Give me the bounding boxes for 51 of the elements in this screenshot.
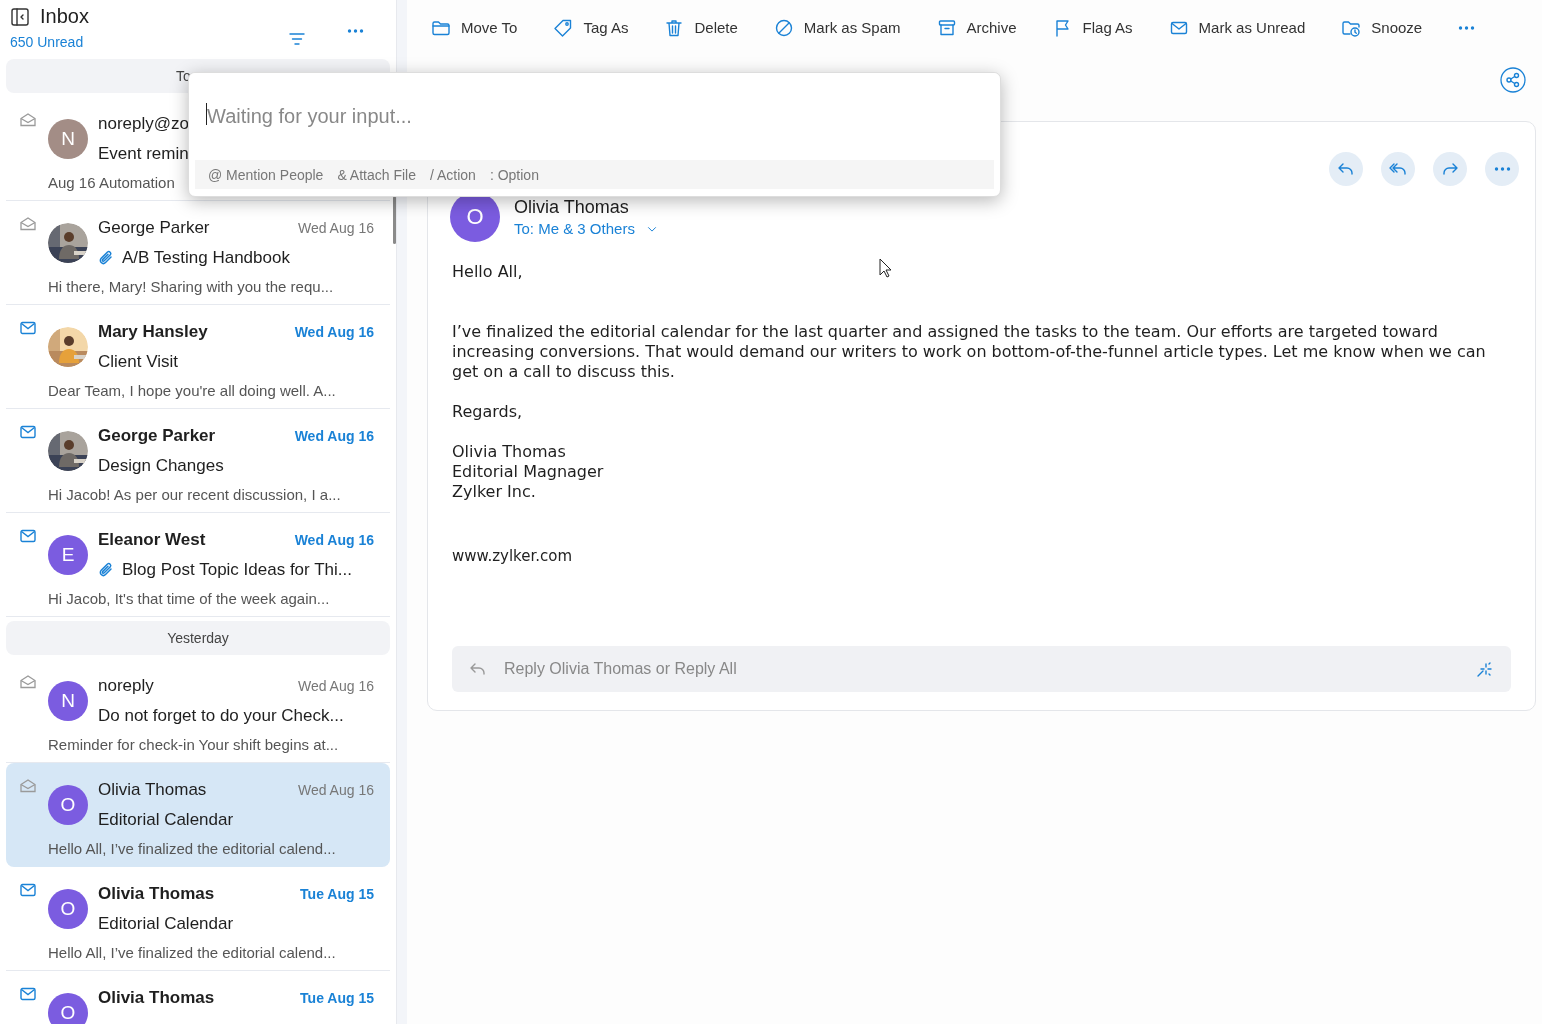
sender-name: George Parker	[98, 426, 216, 446]
avatar: O	[48, 993, 88, 1024]
sender-name: Eleanor West	[98, 530, 206, 550]
sender-name: George Parker	[98, 218, 210, 238]
avatar: O	[48, 785, 88, 825]
sender-name: Olivia Thomas	[98, 988, 215, 1008]
mail-date: Wed Aug 16	[294, 428, 374, 444]
avatar: N	[48, 119, 88, 159]
inbox-title: Inbox	[40, 5, 89, 28]
mail-preview: Hello All, I’ve finalized the editorial calend...	[48, 839, 336, 857]
command-hint: & Attach File	[337, 166, 416, 183]
mail-date: Wed Aug 16	[294, 532, 374, 548]
avatar: O	[48, 889, 88, 929]
avatar: N	[48, 681, 88, 721]
message-paragraph: Olivia Thomas Editorial Magnager Zylker Inc.	[452, 442, 604, 502]
mail-subject: Blog Post Topic Ideas for Thi...	[122, 560, 352, 580]
mail-date: Wed Aug 16	[297, 678, 374, 694]
sender-name: noreply	[98, 676, 154, 696]
mail-date: Wed Aug 16	[297, 782, 374, 798]
message-paragraph: Regards,	[452, 402, 523, 422]
mail-preview: Hi Jacob! As per our recent discussion, I a...	[48, 485, 341, 503]
unread-count: 650 Unread	[10, 34, 85, 50]
mail-date: Tue Aug 15	[300, 990, 374, 1006]
mail-subject: Design Changes	[98, 456, 224, 476]
sender-name: Mary Hansley	[98, 322, 208, 342]
mail-preview: Dear Team, I hope you're all doing well. A...	[48, 381, 336, 399]
mail-date: Tue Aug 15	[300, 886, 374, 902]
sender-name: noreply@zo	[98, 114, 189, 134]
avatar: E	[48, 535, 88, 575]
mail-preview: Hello All, I’ve finalized the editorial calend...	[48, 943, 336, 961]
message-paragraph: I’ve finalized the editorial calendar for the last quarter and assigned the tasks to the team. Our efforts are targeted toward increasing conversions. That would demand our writers to work on bottom-of-the-funnel article types. Let me know when we can get on a call to discuss this.	[452, 322, 1487, 382]
sender-name: Olivia Thomas	[98, 884, 215, 904]
mail-subject: Do not forget to do your Check...	[98, 706, 344, 726]
mail-preview: Hi Jacob, It's that time of the week again...	[48, 589, 330, 607]
sender-name: Olivia Thomas	[98, 780, 207, 800]
command-hint: : Option	[489, 166, 539, 183]
command-hint: @ Mention People	[208, 166, 324, 183]
mail-preview: Hi there, Mary! Sharing with you the requ...	[48, 277, 334, 295]
date-group-header: Yesterday	[167, 630, 229, 646]
mail-subject: A/B Testing Handbook	[122, 248, 290, 268]
mail-subject: Client Visit	[98, 352, 178, 372]
mail-date: Wed Aug 16	[297, 220, 374, 236]
mail-subject: Event remin	[98, 144, 189, 164]
mail-date: Wed Aug 16	[294, 324, 374, 340]
message-paragraph: Hello All,	[452, 262, 523, 282]
command-hint: / Action	[430, 166, 476, 183]
mail-preview: Aug 16 Automation	[48, 173, 175, 191]
mail-subject: Editorial Calendar	[98, 914, 234, 934]
mail-subject: Editorial Calendar	[98, 810, 234, 830]
mail-preview: Reminder for check-in Your shift begins at...	[48, 735, 339, 753]
sender-name: Olivia Thomas	[514, 197, 630, 218]
